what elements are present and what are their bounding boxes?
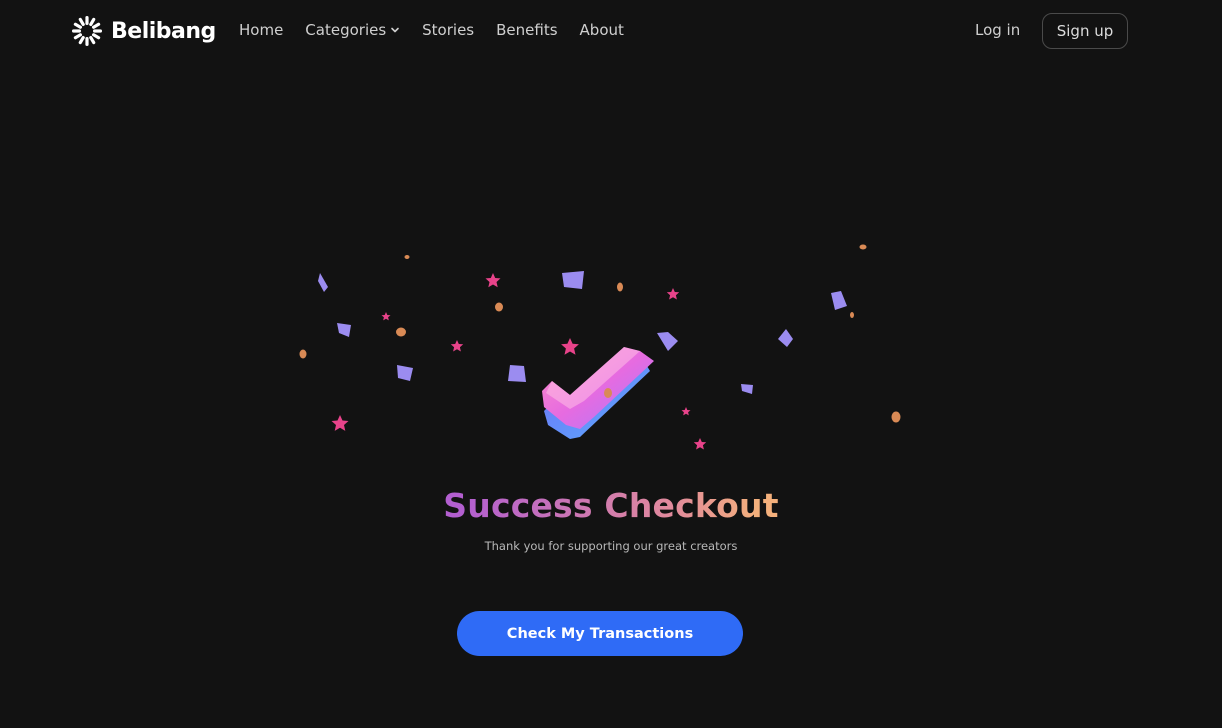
chevron-down-icon bbox=[391, 27, 399, 33]
nav-item-stories[interactable]: Stories bbox=[422, 21, 474, 39]
brand-name: Belibang bbox=[111, 18, 216, 44]
nav-item-categories-label: Categories bbox=[305, 21, 387, 39]
nav-item-benefits[interactable]: Benefits bbox=[496, 21, 557, 39]
sunburst-icon bbox=[72, 16, 102, 46]
login-link[interactable]: Log in bbox=[975, 21, 1020, 39]
nav-item-categories[interactable]: Categories bbox=[305, 21, 400, 39]
success-checkout-page: Belibang Home Categories Stories Benefit… bbox=[0, 0, 1222, 728]
checkmark-confetti-icon bbox=[299, 244, 901, 450]
page-title: Success Checkout bbox=[0, 486, 1222, 525]
top-navbar: Belibang Home Categories Stories Benefit… bbox=[0, 0, 1222, 64]
nav-item-about[interactable]: About bbox=[580, 21, 624, 39]
nav-item-home[interactable]: Home bbox=[239, 21, 283, 39]
brand-logo[interactable]: Belibang bbox=[71, 15, 216, 47]
check-transactions-button[interactable]: Check My Transactions bbox=[457, 611, 743, 656]
page-subtitle: Thank you for supporting our great creat… bbox=[484, 539, 738, 553]
signup-button[interactable]: Sign up bbox=[1042, 13, 1128, 49]
main-nav: Home Categories Stories Benefits About bbox=[239, 21, 624, 39]
